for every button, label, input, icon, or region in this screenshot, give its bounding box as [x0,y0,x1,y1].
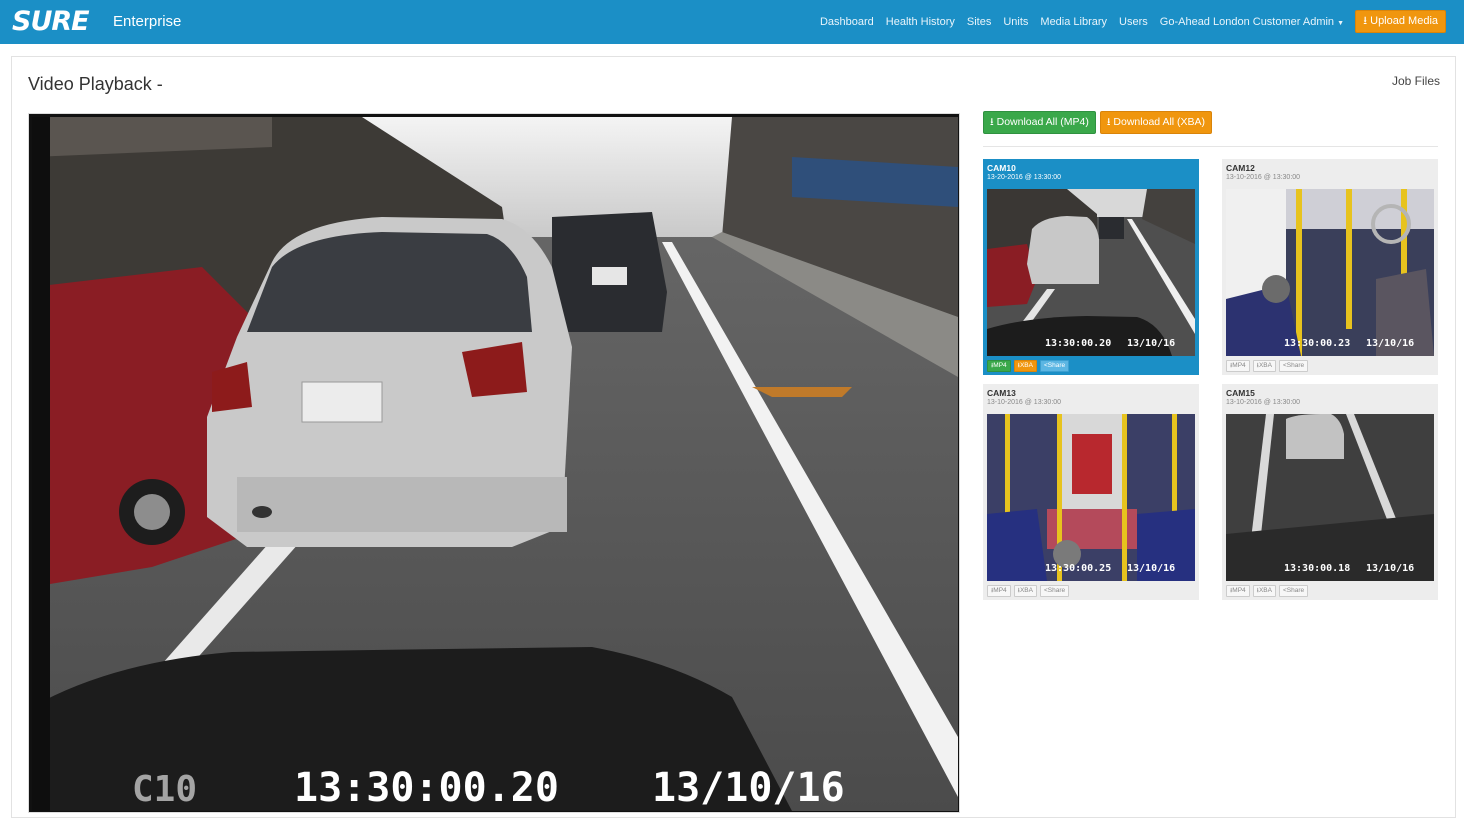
camera-share-button[interactable]: <Share [1278,360,1309,372]
camera-thumbnail[interactable]: 13:30:00.23 13/10/16 [1226,189,1434,356]
download-icon: ⭳ [990,116,994,128]
camera-actions: ⭳MP4 ⭳XBA <Share [1226,360,1434,372]
camera-name: CAM15 [1226,388,1255,398]
camera-actions: ⭳MP4 ⭳XBA <Share [987,585,1195,597]
download-all-mp4-button[interactable]: ⭳ Download All (MP4) [983,111,1096,134]
camera-name: CAM10 [987,163,1016,173]
camera-share-button[interactable]: <Share [1039,360,1070,372]
camera-xba-label: XBA [1258,587,1272,594]
main-video-frame: C10 13:30:00.20 13/10/16 [32,117,958,811]
camera-share-label: Share [1047,362,1066,369]
nav-link-users[interactable]: Users [1119,15,1148,31]
camera-osd-time: 13:30:00.18 [1284,563,1350,574]
camera-download-xba-button[interactable]: ⭳XBA [1013,360,1037,372]
upload-icon: ⭳ [1363,15,1368,27]
upload-media-label: Upload Media [1370,15,1438,27]
main-video-osd-cam: C10 [132,769,197,810]
divider [983,146,1438,147]
caret-down-icon: ▼ [1337,20,1344,27]
camera-thumbnail[interactable]: 13:30:00.25 13/10/16 [987,414,1195,581]
camera-osd-date: 13/10/16 [1127,563,1175,574]
camera-osd-date: 13/10/16 [1366,563,1414,574]
camera-share-label: Share [1286,587,1305,594]
camera-xba-label: XBA [1258,362,1272,369]
camera-download-xba-button[interactable]: ⭳XBA [1013,585,1037,597]
camera-actions: ⭳MP4 ⭳XBA <Share [1226,585,1434,597]
top-navbar: SURE Enterprise Dashboard Health History… [0,0,1464,44]
camera-download-xba-button[interactable]: ⭳XBA [1252,585,1276,597]
camera-osd-date: 13/10/16 [1127,338,1175,349]
camera-mp4-label: MP4 [993,587,1007,594]
camera-actions: ⭳MP4 ⭳XBA <Share [987,360,1195,372]
nav-link-units[interactable]: Units [1003,15,1028,31]
camera-name: CAM12 [1226,163,1255,173]
camera-xba-label: XBA [1019,587,1033,594]
main-video-osd-time: 13:30:00.20 [294,765,559,811]
camera-datetime: 13-20-2016 @ 13:30:00 [987,174,1062,181]
upload-media-button[interactable]: ⭳ Upload Media [1355,10,1446,33]
nav-link-dashboard[interactable]: Dashboard [820,15,874,31]
camera-download-mp4-button[interactable]: ⭳MP4 [987,585,1011,597]
camera-thumbnail[interactable]: 13:30:00.20 13/10/16 [987,189,1195,356]
camera-osd-date: 13/10/16 [1366,338,1414,349]
download-all-xba-button[interactable]: ⭳ Download All (XBA) [1099,111,1213,134]
job-files-link[interactable]: Job Files [1392,73,1440,89]
camera-share-button[interactable]: <Share [1278,585,1309,597]
camera-name: CAM13 [987,388,1016,398]
camera-download-xba-button[interactable]: ⭳XBA [1252,360,1276,372]
brand-subtitle: Enterprise [113,13,182,30]
download-all-xba-label: Download All (XBA) [1113,116,1206,128]
camera-osd-time: 13:30:00.23 [1284,338,1350,349]
page-title: Video Playback - [28,74,163,94]
account-menu-label: Go-Ahead London Customer Admin [1159,16,1335,28]
camera-xba-label: XBA [1019,362,1033,369]
camera-thumbnail[interactable]: 13:30:00.18 13/10/16 [1226,414,1434,581]
camera-mp4-label: MP4 [1232,587,1246,594]
camera-mp4-label: MP4 [993,362,1007,369]
camera-card-cam10[interactable]: CAM10 13-20-2016 @ 13:30:00 13:30:00.20 … [983,159,1199,375]
brand-logo[interactable]: SURE [12,6,90,38]
camera-share-label: Share [1286,362,1305,369]
main-video-player[interactable]: C10 13:30:00.20 13/10/16 [28,113,960,813]
camera-datetime: 13-10-2016 @ 13:30:00 [987,399,1062,406]
camera-datetime: 13-10-2016 @ 13:30:00 [1226,174,1301,181]
nav-links: Dashboard Health History Sites Units Med… [808,15,1344,31]
camera-share-label: Share [1047,587,1066,594]
camera-download-mp4-button[interactable]: ⭳MP4 [1226,585,1250,597]
download-icon: ⭳ [1106,116,1111,128]
camera-datetime: 13-10-2016 @ 13:30:00 [1226,399,1301,406]
account-menu[interactable]: Go-Ahead London Customer Admin ▼ [1160,15,1344,31]
camera-download-mp4-button[interactable]: ⭳MP4 [1226,360,1250,372]
camera-card-cam15[interactable]: CAM15 13-10-2016 @ 13:30:00 13:30:00.18 … [1222,384,1438,600]
nav-link-media-library[interactable]: Media Library [1040,15,1107,31]
download-all-mp4-label: Download All (MP4) [996,116,1089,128]
camera-card-cam13[interactable]: CAM13 13-10-2016 @ 13:30:00 13:30:00.25 … [983,384,1199,600]
nav-link-health-history[interactable]: Health History [886,15,955,31]
camera-download-mp4-button[interactable]: ⭳MP4 [987,360,1011,372]
camera-card-cam12[interactable]: CAM12 13-10-2016 @ 13:30:00 13:30:00.23 … [1222,159,1438,375]
camera-mp4-label: MP4 [1232,362,1246,369]
camera-share-button[interactable]: <Share [1039,585,1070,597]
camera-osd-time: 13:30:00.25 [1045,563,1111,574]
download-all-buttons: ⭳ Download All (MP4) ⭳ Download All (XBA… [983,111,1213,134]
nav-link-sites[interactable]: Sites [967,15,991,31]
camera-osd-time: 13:30:00.20 [1045,338,1111,349]
main-video-osd-date: 13/10/16 [652,765,845,811]
